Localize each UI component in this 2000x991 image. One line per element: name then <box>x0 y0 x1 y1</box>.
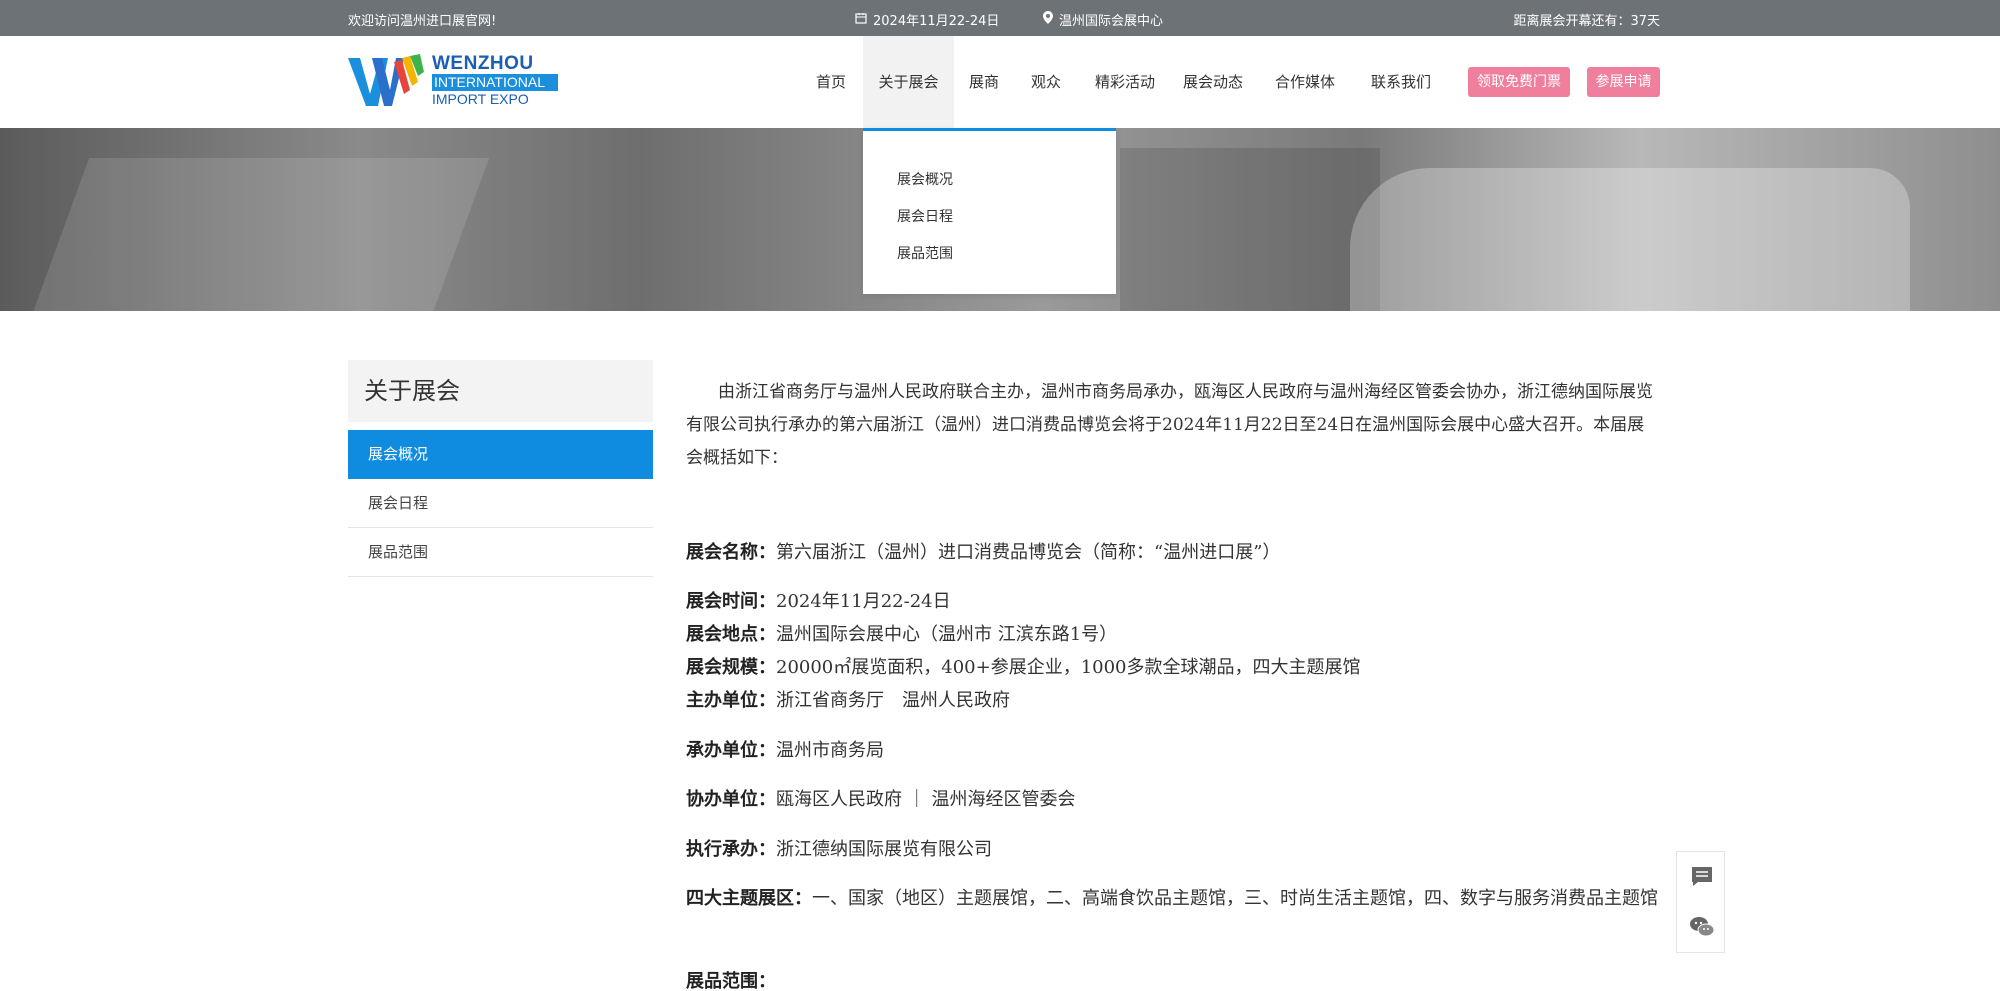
countdown-text: 距离展会开幕还有：37天 <box>1513 14 1660 29</box>
logo-line3: IMPORT EXPO <box>432 91 529 107</box>
nav-visitors[interactable]: 观众 <box>1020 36 1072 128</box>
dropdown-item-scope[interactable]: 展品范围 <box>897 243 953 263</box>
calendar-icon <box>855 12 867 28</box>
nav-media[interactable]: 合作媒体 <box>1268 36 1342 128</box>
nav-about[interactable]: 关于展会 <box>863 36 954 128</box>
event-location-text: 温州国际会展中心 <box>1059 14 1164 29</box>
nav-activities[interactable]: 精彩活动 <box>1086 36 1164 128</box>
logo-line1: WENZHOU <box>432 53 534 74</box>
info-row-organizer: 承办单位：温州市商务局 <box>686 740 884 761</box>
info-row-host: 主办单位：浙江省商务厅 温州人民政府 <box>686 690 1010 711</box>
welcome-text: 欢迎访问温州进口展官网! <box>348 14 497 29</box>
nav-home[interactable]: 首页 <box>805 36 857 128</box>
nav-exhibitors[interactable]: 展商 <box>960 36 1008 128</box>
event-location: 温州国际会展中心 <box>1043 10 1163 29</box>
info-row-name: 展会名称：第六届浙江（温州）进口消费品博览会（简称：“温州进口展”） <box>686 542 1281 563</box>
event-date-text: 2024年11月22-24日 <box>873 14 1000 29</box>
event-date: 2024年11月22-24日 <box>855 10 999 29</box>
logo-text: WENZHOU INTERNATIONAL IMPORT EXPO <box>432 54 558 110</box>
info-row-executor: 执行承办：浙江德纳国际展览有限公司 <box>686 839 992 860</box>
info-row-venue: 展会地点：温州国际会展中心（温州市 江滨东路1号） <box>686 624 1118 645</box>
info-row-coorganizer: 协办单位：瓯海区人民政府 ｜ 温州海经区管委会 <box>686 789 1076 810</box>
info-row-themes: 四大主题展区：一、国家（地区）主题展馆，二、高端食饮品主题馆，三、时尚生活主题馆… <box>686 888 1658 909</box>
wechat-icon[interactable] <box>1689 914 1715 940</box>
sidebar-item-overview[interactable]: 展会概况 <box>348 430 653 479</box>
message-icon[interactable] <box>1689 864 1715 890</box>
nav-contact[interactable]: 联系我们 <box>1362 36 1440 128</box>
sidebar-title: 关于展会 <box>348 360 653 422</box>
map-pin-icon <box>1043 11 1053 28</box>
main-content: 由浙江省商务厅与温州人民政府联合主办，温州市商务局承办，瓯海区人民政府与温州海经… <box>686 376 1661 991</box>
info-row-time: 展会时间：2024年11月22-24日 <box>686 591 951 612</box>
exhibit-apply-button[interactable]: 参展申请 <box>1587 67 1660 97</box>
info-row-scope: 展品范围： <box>686 971 776 991</box>
logo-line2: INTERNATIONAL <box>432 74 558 91</box>
logo-mark-icon <box>348 54 424 106</box>
header: WENZHOU INTERNATIONAL IMPORT EXPO 首页 关于展… <box>0 36 2000 128</box>
dropdown-item-overview[interactable]: 展会概况 <box>897 169 953 189</box>
floating-toolbar <box>1676 851 1725 953</box>
nav-news[interactable]: 展会动态 <box>1176 36 1250 128</box>
intro-paragraph: 由浙江省商务厅与温州人民政府联合主办，温州市商务局承办，瓯海区人民政府与温州海经… <box>686 382 1653 468</box>
sidebar-item-scope[interactable]: 展品范围 <box>348 528 653 577</box>
info-row-scale: 展会规模：20000㎡展览面积，400+参展企业，1000多款全球潮品，四大主题… <box>686 657 1361 678</box>
sidebar-item-schedule[interactable]: 展会日程 <box>348 479 653 528</box>
about-dropdown-menu: 展会概况 展会日程 展品范围 <box>863 128 1116 294</box>
free-ticket-button[interactable]: 领取免费门票 <box>1468 67 1570 97</box>
dropdown-item-schedule[interactable]: 展会日程 <box>897 206 953 226</box>
site-logo[interactable]: WENZHOU INTERNATIONAL IMPORT EXPO <box>348 54 558 110</box>
top-bar: 欢迎访问温州进口展官网! 2024年11月22-24日 温州国际会展中心 距离展… <box>0 0 2000 36</box>
